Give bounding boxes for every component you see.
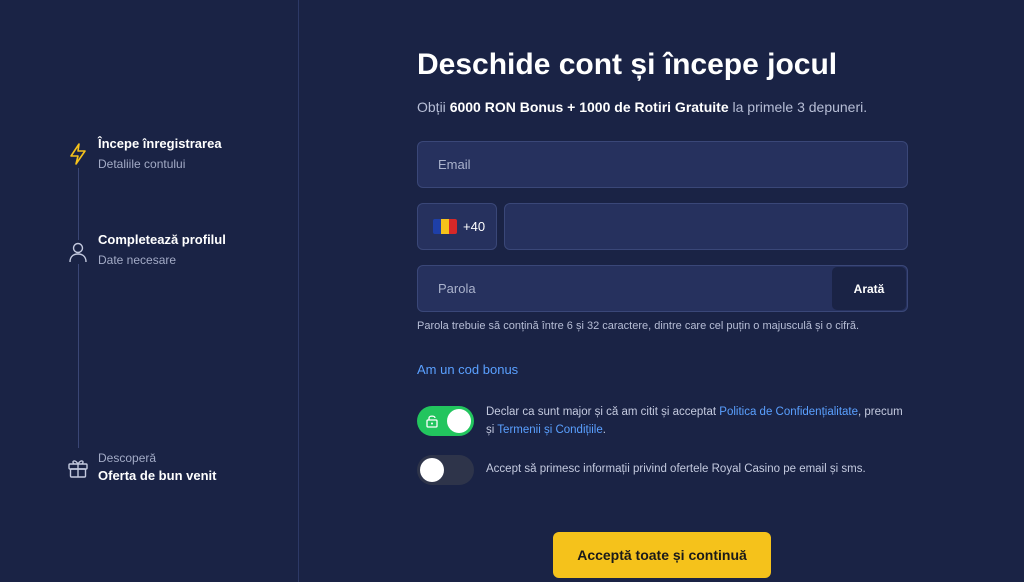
show-password-button[interactable]: Arată (832, 267, 906, 310)
step-subtitle: Descoperă (98, 451, 157, 465)
step-title: Completează profilul (98, 232, 226, 247)
step-subtitle: Date necesare (98, 253, 177, 267)
bonus-subheading: Obții 6000 RON Bonus + 1000 de Rotiri Gr… (417, 99, 917, 115)
subheading-pre: Obții (417, 99, 450, 115)
password-hint: Parola trebuie să conțină între 6 și 32 … (417, 320, 860, 332)
password-field-wrapper: Arată (417, 265, 908, 312)
terms-conditions-link[interactable]: Termenii și Condițiile (497, 424, 602, 436)
privacy-policy-link[interactable]: Politica de Confidențialitate (719, 406, 858, 418)
dial-code: +40 (463, 219, 486, 234)
consent1-pre: Declar ca sunt major și că am citit și a… (486, 406, 720, 418)
phone-field[interactable] (505, 204, 907, 249)
email-field[interactable] (418, 142, 907, 187)
country-code-select[interactable]: +40 (417, 203, 497, 250)
romania-flag-icon (433, 219, 457, 234)
terms-toggle[interactable] (417, 406, 474, 436)
lock-icon (426, 415, 438, 428)
marketing-toggle[interactable] (417, 455, 474, 485)
bonus-code-link[interactable]: Am un cod bonus (417, 362, 518, 377)
user-icon (66, 240, 90, 264)
phone-field-wrapper (504, 203, 908, 250)
registration-steps-sidebar: Începe înregistrarea Detaliile contului … (0, 0, 299, 582)
gift-icon (66, 456, 90, 480)
consent1-post: . (602, 424, 606, 436)
terms-consent-text: Declar ca sunt major și că am citit și a… (486, 403, 906, 439)
subheading-bonus: 6000 RON Bonus + 1000 de Rotiri Gratuite (449, 99, 729, 115)
subheading-post: la primele 3 depuneri. (728, 99, 868, 115)
page-title: Deschide cont și începe jocul (417, 48, 838, 81)
marketing-consent-text: Accept să primesc informații privind ofe… (486, 463, 866, 475)
step-subtitle: Detaliile contului (98, 157, 186, 171)
toggle-knob (447, 409, 471, 433)
steps-connector-line (78, 168, 79, 448)
password-field[interactable] (418, 266, 828, 311)
step-title: Începe înregistrarea (98, 136, 222, 151)
email-field-wrapper (417, 141, 908, 188)
lightning-icon (66, 142, 90, 166)
step-title: Oferta de bun venit (98, 468, 217, 483)
toggle-knob (420, 458, 444, 482)
accept-continue-button[interactable]: Acceptă toate și continuă (553, 532, 771, 578)
